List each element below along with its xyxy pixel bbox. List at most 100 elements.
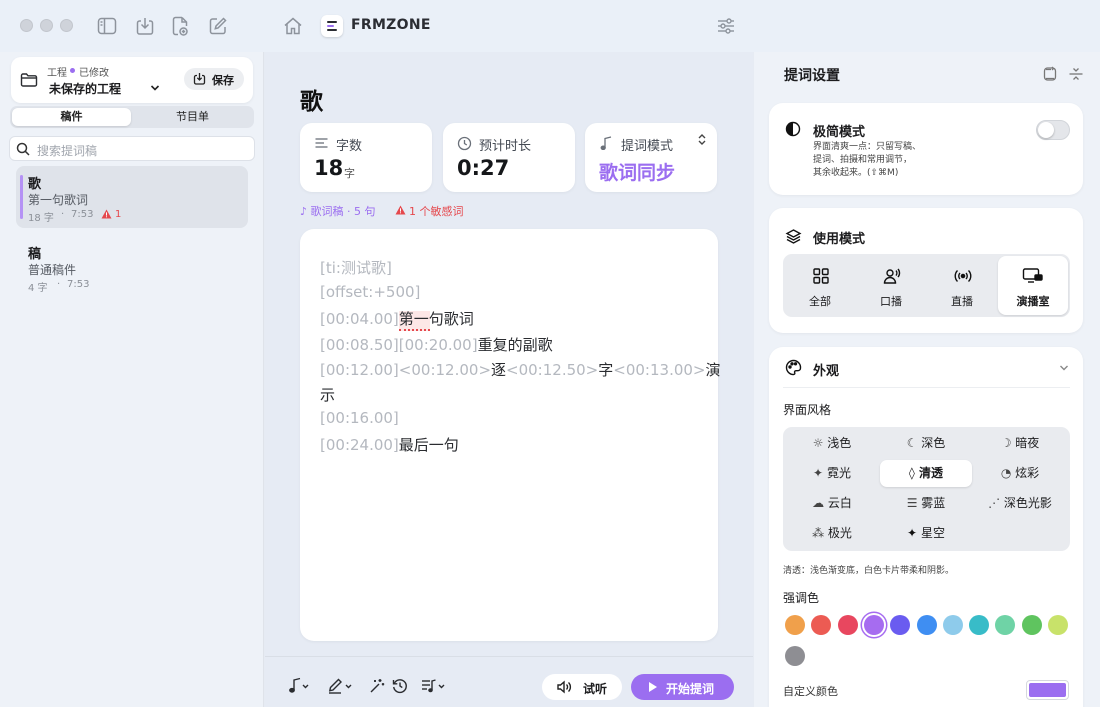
doc-warning-count: 1 <box>115 209 122 220</box>
edit-icon[interactable] <box>207 15 229 37</box>
style-light[interactable]: ☼ 浅色 <box>786 430 878 457</box>
style-starry[interactable]: ✦ 星空 <box>880 520 972 547</box>
accent-swatch[interactable] <box>837 615 858 635</box>
style-colorful[interactable]: ◔ 炫彩 <box>974 460 1066 487</box>
meta-separator: · <box>57 279 61 290</box>
usage-mode-title: 使用模式 <box>813 232 866 247</box>
chevron-down-icon[interactable] <box>1059 364 1069 372</box>
style-dark[interactable]: ☾ 深色 <box>880 430 972 457</box>
lyric-line: [00:04.00] 第一句歌词 <box>320 308 474 331</box>
tab-drafts[interactable]: 稿件 <box>12 108 131 126</box>
sidebar-toggle-icon[interactable] <box>96 15 118 37</box>
speaker-icon <box>556 680 572 694</box>
accent-swatch[interactable] <box>969 615 990 635</box>
palette-icon <box>785 359 802 376</box>
project-card[interactable]: 工程 已修改 未保存的工程 保存 <box>11 57 253 103</box>
style-night[interactable]: ☽ 暗夜 <box>974 430 1066 457</box>
stat-mode[interactable]: 提词模式 歌词同步 <box>585 123 717 192</box>
warning-icon <box>395 205 406 215</box>
tab-rundown[interactable]: 节目单 <box>133 108 252 126</box>
accent-swatch[interactable] <box>942 615 963 635</box>
stat-value: 0:27 <box>457 156 510 180</box>
app-logo-icon <box>321 15 343 37</box>
save-button[interactable]: 保存 <box>184 68 244 90</box>
history-icon[interactable] <box>391 677 409 695</box>
accent-swatch[interactable] <box>811 615 832 635</box>
mode-live[interactable]: 直播 <box>927 256 997 315</box>
style-aurora[interactable]: ⁂ 极光 <box>786 520 878 547</box>
doc-time: 7:53 <box>71 209 94 220</box>
chevron-down-icon[interactable] <box>150 84 160 92</box>
playlist-menu-icon[interactable] <box>420 677 448 695</box>
mode-all[interactable]: 全部 <box>785 256 855 315</box>
app-name: FRMZONE <box>351 17 431 33</box>
accent-swatch[interactable] <box>916 615 937 635</box>
editor-area: 歌 字数 18 字 预计时长 0:27 提词模式 歌词同步 ♪ 歌词稿 · 5 … <box>265 52 753 707</box>
accent-swatch[interactable] <box>1021 615 1042 635</box>
custom-color-well[interactable] <box>1026 680 1069 700</box>
list-item[interactable]: 歌 第一句歌词 18 字 · 7:53 1 <box>16 166 248 228</box>
lyric-line: [offset:+500] <box>320 283 421 301</box>
stat-value: 18 <box>314 156 344 180</box>
project-name: 未保存的工程 <box>49 82 122 96</box>
lyrics-editor[interactable]: [ti:测试歌] [offset:+500] [00:04.00] 第一句歌词 [… <box>300 229 721 641</box>
style-neon[interactable]: ✦ 霓光 <box>786 460 878 487</box>
meta-separator: · <box>61 209 65 220</box>
mode-label: 直播 <box>951 295 973 308</box>
home-icon[interactable] <box>282 15 304 37</box>
magic-wand-icon[interactable] <box>368 677 386 695</box>
style-dark-shadow[interactable]: ⋰ 深色光影 <box>974 490 1066 517</box>
custom-color-label: 自定义颜色 <box>783 685 838 698</box>
style-cloud[interactable]: ☁ 云白 <box>786 490 878 517</box>
person-speaking-icon <box>883 267 901 285</box>
stat-label: 预计时长 <box>479 139 532 154</box>
minimal-mode-toggle[interactable] <box>1036 120 1070 140</box>
sensitive-warning[interactable]: 1 个敏感词 <box>395 203 464 219</box>
doc-time: 7:53 <box>67 279 90 290</box>
save-label: 保存 <box>212 74 234 87</box>
warning-icon <box>101 209 112 219</box>
stat-value: 歌词同步 <box>599 162 676 184</box>
accent-swatch[interactable] <box>785 646 805 666</box>
studio-display-icon <box>1022 267 1044 285</box>
new-document-icon[interactable] <box>169 15 191 37</box>
style-label: 界面风格 <box>783 403 832 417</box>
mode-studio[interactable]: 演播室 <box>998 256 1068 315</box>
accent-swatch[interactable] <box>890 615 911 635</box>
listen-button[interactable]: 试听 <box>542 674 622 700</box>
usage-mode-selector: 全部 口播 直播 演播室 <box>783 254 1070 317</box>
start-prompter-button[interactable]: 开始提词 <box>631 674 734 700</box>
import-icon[interactable] <box>134 15 156 37</box>
mode-label: 全部 <box>809 295 831 308</box>
pen-menu-icon[interactable] <box>327 677 355 695</box>
chevron-updown-icon <box>697 133 707 146</box>
sliders-icon[interactable] <box>715 15 737 37</box>
mode-label: 演播室 <box>1016 295 1050 308</box>
accent-swatch[interactable] <box>863 615 884 635</box>
accent-swatch[interactable] <box>1048 615 1068 635</box>
list-item[interactable]: 稿 普通稿件 4 字 · 7:53 <box>16 236 248 298</box>
doc-kind-label: 歌词稿 · 5 句 <box>310 205 376 218</box>
divider <box>783 387 1070 388</box>
modified-dot <box>70 68 75 73</box>
stat-duration: 预计时长 0:27 <box>443 123 575 192</box>
bottom-toolbar: 试听 开始提词 <box>265 656 753 707</box>
panel-title: 提词设置 <box>784 68 840 84</box>
grid-icon <box>812 267 830 285</box>
style-fog-blue[interactable]: ☰ 雾蓝 <box>880 490 972 517</box>
page-title: 歌 <box>300 89 323 115</box>
window-minimize-button[interactable] <box>40 19 53 32</box>
collapse-icon[interactable] <box>1068 66 1084 82</box>
window-zoom-button[interactable] <box>60 19 73 32</box>
style-clear[interactable]: ◊ 清透 <box>880 460 972 487</box>
window-close-button[interactable] <box>20 19 33 32</box>
lyric-line: [00:12.00]<00:12.00>逐<00:12.50>字<00:13.0… <box>320 361 721 379</box>
search-input[interactable]: 搜索提词稿 <box>9 136 255 161</box>
mode-voiceover[interactable]: 口播 <box>856 256 926 315</box>
folder-icon <box>20 72 38 88</box>
accent-swatch[interactable] <box>995 615 1016 635</box>
music-note-menu-icon[interactable] <box>287 677 311 695</box>
clock-icon <box>457 136 472 151</box>
accent-swatch[interactable] <box>785 615 805 635</box>
sync-icon[interactable] <box>1042 66 1058 82</box>
